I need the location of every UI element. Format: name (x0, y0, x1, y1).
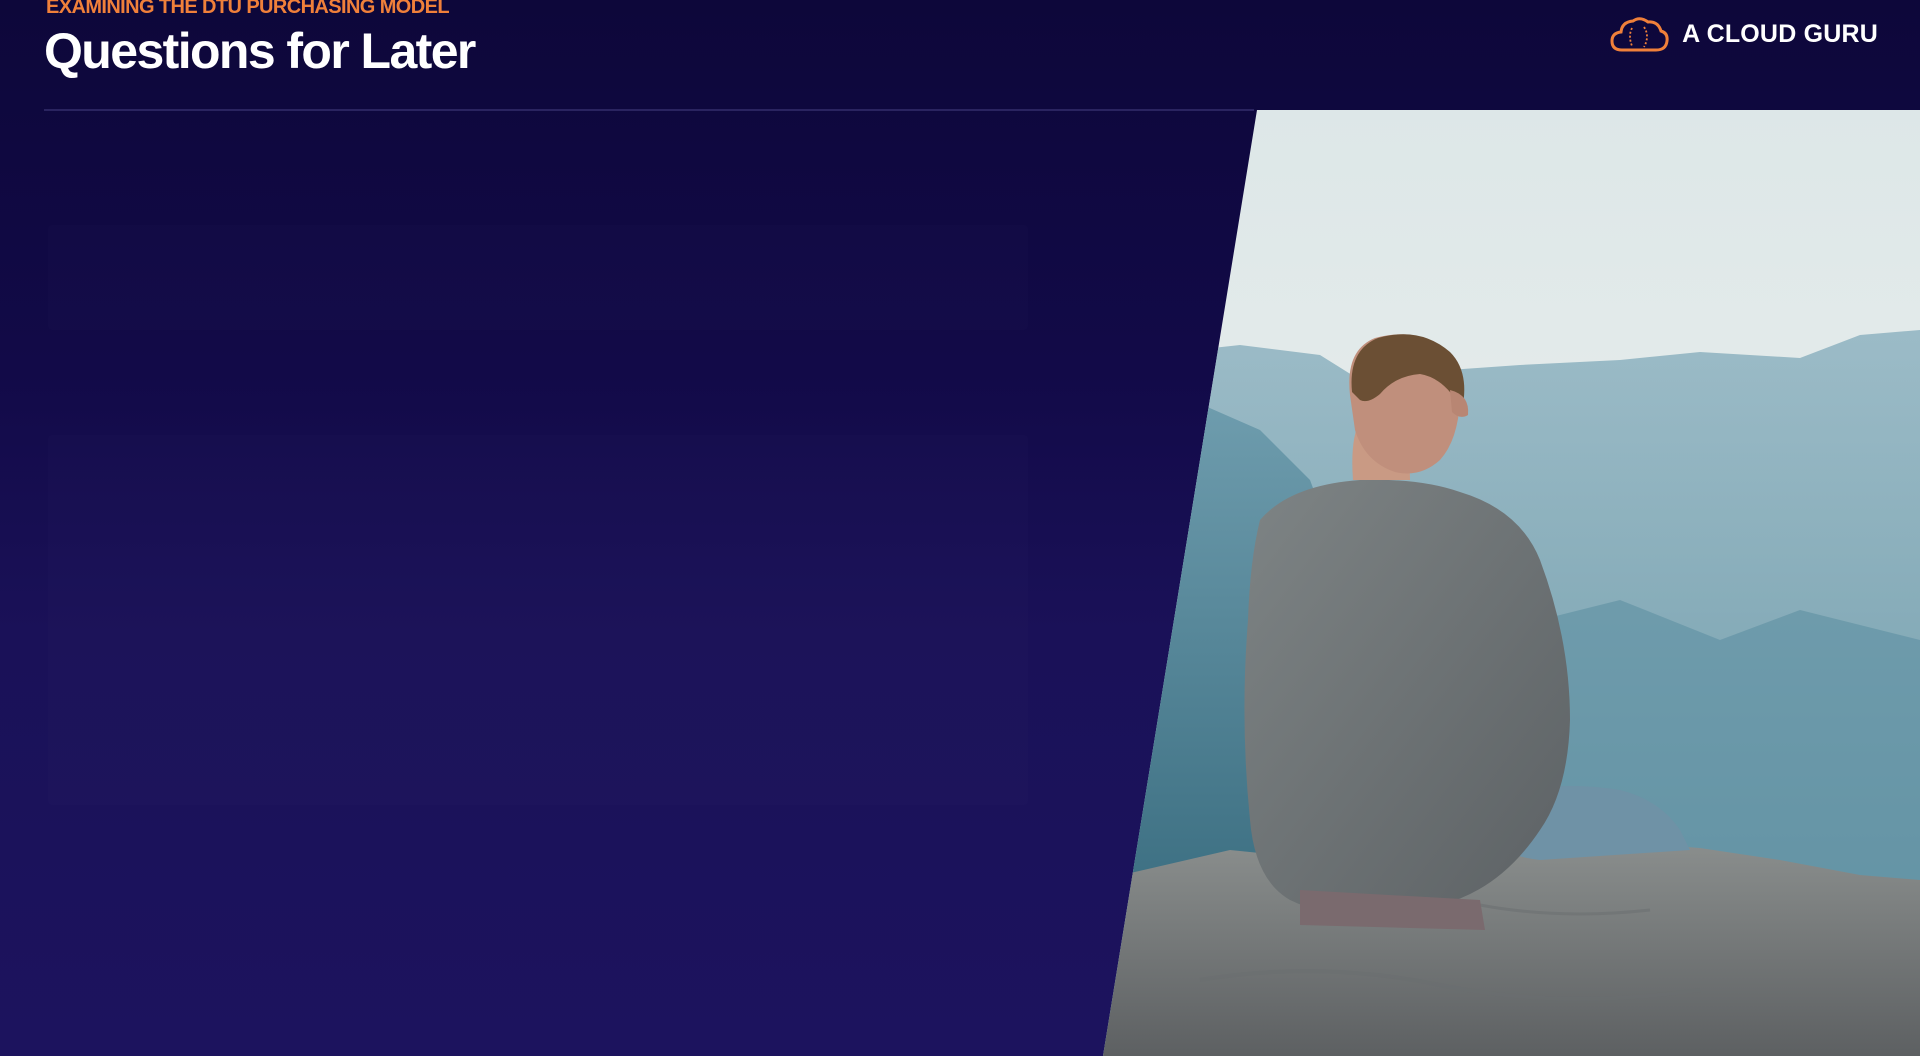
slide: EXAMINING THE DTU PURCHASING MODEL Quest… (0, 0, 1920, 1056)
section-eyebrow: EXAMINING THE DTU PURCHASING MODEL (46, 0, 450, 18)
brand-logo: A CLOUD GURU (1608, 14, 1878, 54)
title-divider (44, 109, 1254, 111)
hero-photo (1103, 110, 1920, 1056)
cloud-logo-icon (1610, 17, 1669, 52)
slide-title: Questions for Later (44, 23, 476, 79)
brand-name: A CLOUD GURU (1682, 19, 1878, 48)
